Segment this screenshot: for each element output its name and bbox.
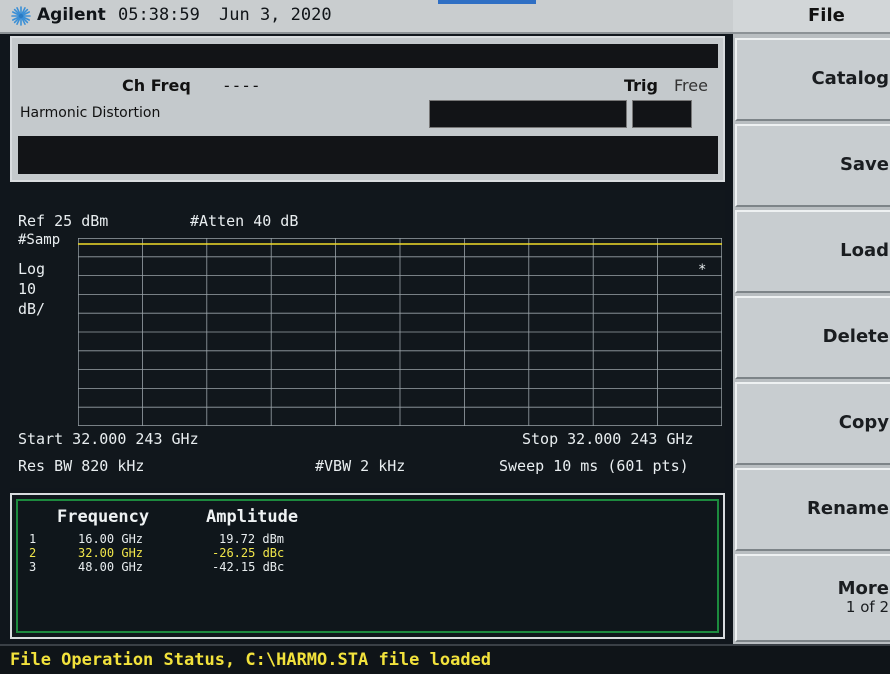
scale-type: Log [18,260,46,278]
copy-softkey[interactable]: Copy [735,382,890,465]
load-softkey[interactable]: Load [735,210,890,293]
attenuation: #Atten 40 dB [190,212,299,230]
title-strip [18,44,718,68]
menu-title: File [808,5,845,26]
brand-name: Agilent [37,5,106,25]
start-frequency: Start 32.000 243 GHz [18,430,199,448]
sweep-time: Sweep 10 ms (601 pts) [499,457,689,475]
grid-lines [78,238,722,426]
softkey-sublabel: 1 of 2 [845,598,889,616]
row-index: 2 [29,546,37,560]
softkey-menu: File Catalog Save Load Delete Copy Renam… [733,0,890,644]
row-amplitude: -26.25 dBc [212,546,285,560]
table-row: 1 16.00 GHz 19.72 dBm [12,532,723,546]
measurement-indicator-box-small [632,100,692,128]
spectrum-display[interactable]: Ref 25 dBm #Atten 40 dB #Samp Log 10 dB/… [10,190,725,488]
agilent-starburst-icon [11,6,31,26]
clock-time: 05:38:59 [118,5,200,25]
ch-freq-label: Ch Freq [122,76,191,95]
clock-date: Jun 3, 2020 [219,5,332,25]
softkey-label: More [837,578,889,599]
detector-mode: #Samp [18,232,61,248]
table-row: 2 32.00 GHz -26.25 dBc [12,546,723,560]
softkey-label: Load [840,240,889,261]
measurement-name: Harmonic Distortion [20,105,161,121]
frequency-column-header: Frequency [57,507,150,527]
graticule: * [78,238,722,426]
table-row: 3 48.00 GHz -42.15 dBc [12,560,723,574]
row-frequency: 48.00 GHz [78,560,144,574]
row-index: 1 [29,532,37,546]
status-message: File Operation Status, C:\HARMO.STA file… [10,650,492,670]
status-line: File Operation Status, C:\HARMO.STA file… [0,644,890,674]
scale-unit: dB/ [18,300,46,318]
measurement-indicator-box [429,100,627,128]
row-index: 3 [29,560,37,574]
softkey-label: Copy [838,412,889,433]
scale-value: 10 [18,280,37,298]
stop-frequency: Stop 32.000 243 GHz [522,430,694,448]
resolution-bandwidth: Res BW 820 kHz [18,457,145,475]
row-amplitude: -42.15 dBc [212,560,285,574]
save-softkey[interactable]: Save [735,124,890,207]
rename-softkey[interactable]: Rename [735,468,890,551]
marker-symbol: * [698,262,706,278]
ch-freq-value: ---- [222,76,261,95]
video-bandwidth: #VBW 2 kHz [315,457,406,475]
measurement-header-panel: Ch Freq ---- Trig Free Harmonic Distorti… [10,36,725,182]
top-accent-mark [438,0,536,4]
harmonic-results-table: Frequency Amplitude 1 16.00 GHz 19.72 dB… [10,493,725,639]
message-strip [18,136,718,174]
softkey-label: Catalog [811,68,889,89]
trig-value: Free [674,76,708,95]
top-status-bar: Agilent 05:38:59 Jun 3, 2020 [0,0,733,34]
delete-softkey[interactable]: Delete [735,296,890,379]
row-amplitude: 19.72 dBm [219,532,285,546]
ref-level: Ref 25 dBm [18,212,109,230]
amplitude-column-header: Amplitude [206,507,299,527]
menu-title-bar: File [733,0,890,34]
more-softkey[interactable]: More 1 of 2 [735,554,890,642]
softkey-label: Rename [807,498,889,519]
softkey-label: Save [839,154,889,175]
catalog-softkey[interactable]: Catalog [735,38,890,121]
trig-label: Trig [624,76,658,95]
row-frequency: 32.00 GHz [78,546,144,560]
row-frequency: 16.00 GHz [78,532,144,546]
softkey-label: Delete [822,326,889,347]
